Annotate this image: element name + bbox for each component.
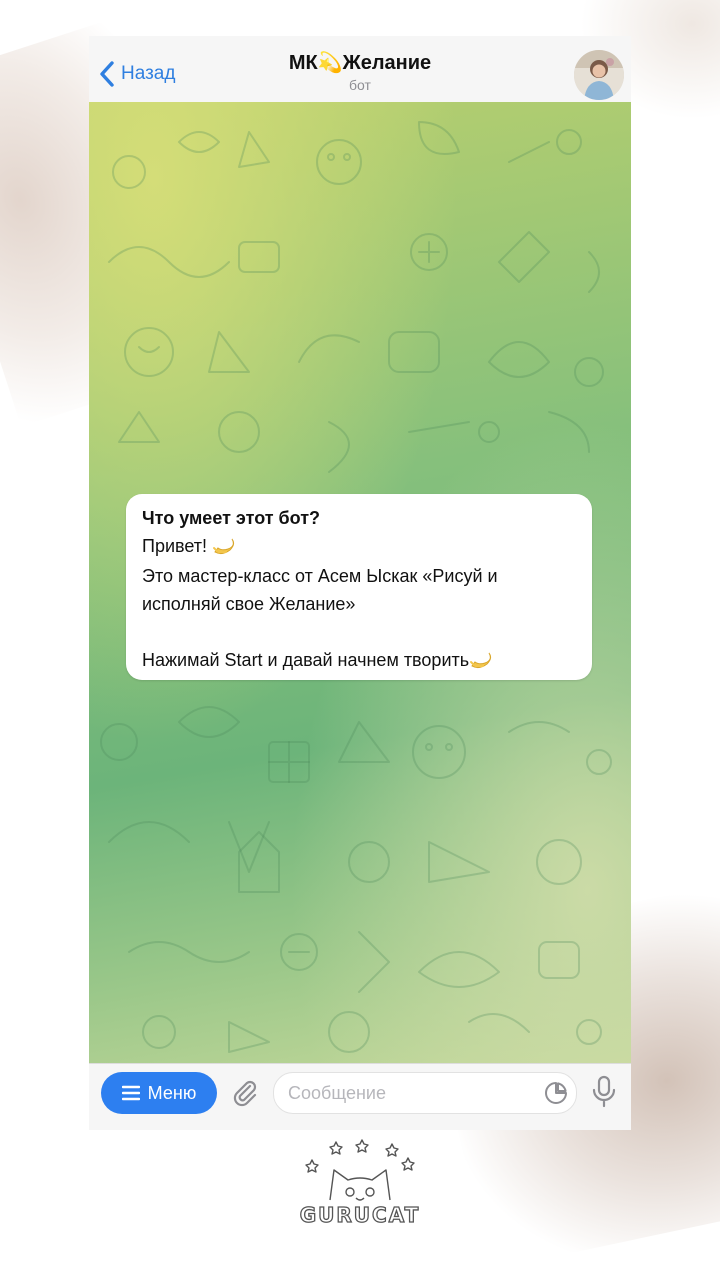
message-input[interactable]: Сообщение	[273, 1072, 577, 1114]
sticker-icon[interactable]	[544, 1081, 568, 1105]
bot-info-title: Что умеет этот бот?	[142, 508, 321, 528]
menu-button[interactable]: Меню	[101, 1072, 217, 1114]
avatar-photo	[574, 50, 624, 100]
chat-background: Что умеет этот бот? Привет! Это мастер-к…	[89, 102, 631, 1063]
description-line-2: исполняй свое Желание»	[142, 594, 356, 614]
greeting-text: Привет!	[142, 536, 208, 556]
dizzy-emoji	[470, 652, 492, 669]
avatar[interactable]	[574, 50, 624, 100]
dizzy-emoji	[213, 538, 235, 555]
chat-header: Назад МК💫Желание бот	[89, 36, 631, 103]
microphone-icon[interactable]	[589, 1074, 619, 1110]
hamburger-icon	[121, 1085, 140, 1101]
gurucat-logo: GURUCAT	[299, 1139, 421, 1228]
logo-text: GURUCAT	[300, 1203, 421, 1227]
message-input-bar: Меню Сообщение	[89, 1063, 631, 1130]
chat-title: МК💫Желание	[288, 52, 432, 74]
chat-title-block[interactable]: МК💫Желание бот	[89, 50, 631, 93]
bot-info-message: Что умеет этот бот? Привет! Это мастер-к…	[126, 494, 592, 680]
message-placeholder: Сообщение	[288, 1083, 386, 1103]
chat-subtitle: бот	[349, 77, 371, 93]
description-line-1: Это мастер-класс от Асем Ыскак «Рисуй и	[142, 566, 498, 586]
menu-label: Меню	[147, 1082, 197, 1103]
call-to-action-text: Нажимай Start и давай начнем творить	[142, 650, 470, 670]
call-to-action: Нажимай Start и давай начнем творить	[142, 650, 495, 671]
message-line: Привет!	[142, 536, 238, 557]
paperclip-icon[interactable]	[229, 1077, 261, 1109]
phone-screen: Назад МК💫Желание бот Что умеет этот бот?…	[89, 36, 631, 1130]
